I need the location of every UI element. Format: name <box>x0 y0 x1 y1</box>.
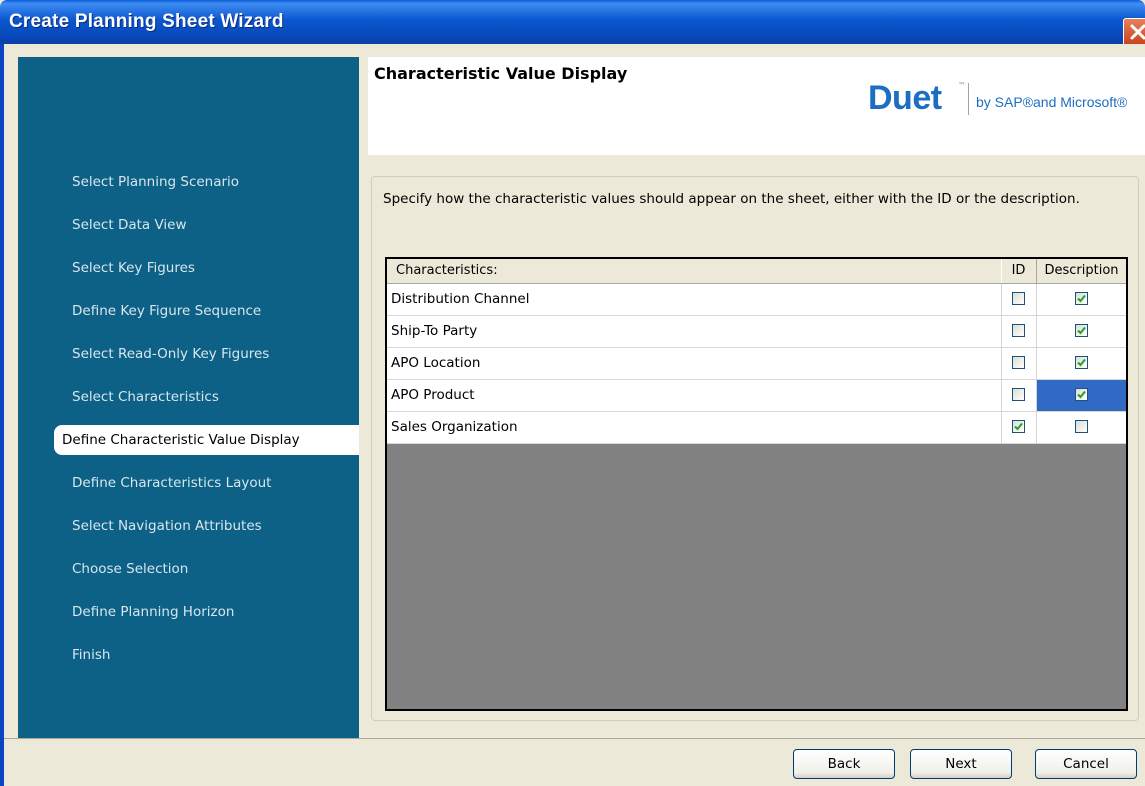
characteristic-label: APO Location <box>391 355 481 371</box>
grid-header: Characteristics: ID Description <box>387 259 1126 284</box>
logo-wordmark: Duet <box>868 79 942 117</box>
cancel-button[interactable]: Cancel <box>1035 749 1137 779</box>
description-cell <box>1036 348 1126 379</box>
back-button[interactable]: Back <box>793 749 895 779</box>
characteristic-label: Ship-To Party <box>391 323 478 339</box>
description-checkbox[interactable] <box>1075 292 1088 305</box>
sidebar-step-item[interactable]: Select Data View <box>54 210 359 240</box>
description-checkbox[interactable] <box>1075 324 1088 337</box>
window-border <box>0 44 4 786</box>
sidebar-step-item[interactable]: Select Read-Only Key Figures <box>54 339 359 369</box>
id-checkbox[interactable] <box>1012 388 1025 401</box>
column-header-characteristics[interactable]: Characteristics: <box>396 259 498 283</box>
sidebar-step-item[interactable]: Finish <box>54 640 359 670</box>
table-row[interactable]: Ship-To Party <box>387 316 1126 348</box>
instruction-text: Specify how the characteristic values sh… <box>383 191 1080 207</box>
next-button[interactable]: Next <box>910 749 1012 779</box>
id-checkbox[interactable] <box>1012 420 1025 433</box>
description-cell <box>1036 412 1126 443</box>
close-icon <box>1130 24 1145 40</box>
sidebar-step-item[interactable]: Select Characteristics <box>54 382 359 412</box>
description-cell <box>1036 284 1126 315</box>
id-checkbox[interactable] <box>1012 324 1025 337</box>
description-cell <box>1036 380 1126 411</box>
id-cell <box>1001 284 1036 315</box>
sidebar-step-item[interactable]: Choose Selection <box>54 554 359 584</box>
table-row[interactable]: APO Location <box>387 348 1126 380</box>
sidebar-step-item[interactable]: Select Navigation Attributes <box>54 511 359 541</box>
window-title: Create Planning Sheet Wizard <box>9 11 284 32</box>
logo-byline: by SAP®and Microsoft® <box>976 94 1128 110</box>
description-checkbox[interactable] <box>1075 356 1088 369</box>
logo-separator <box>968 83 969 115</box>
id-cell <box>1001 316 1036 347</box>
column-header-description[interactable]: Description <box>1036 259 1126 283</box>
column-header-id[interactable]: ID <box>1001 259 1035 283</box>
description-checkbox[interactable] <box>1075 420 1088 433</box>
table-row[interactable]: Sales Organization <box>387 412 1126 444</box>
id-checkbox[interactable] <box>1012 292 1025 305</box>
characteristic-label: Distribution Channel <box>391 291 530 307</box>
sidebar-step-item[interactable]: Select Planning Scenario <box>54 167 359 197</box>
sidebar-step-item[interactable]: Define Characteristics Layout <box>54 468 359 498</box>
sidebar-step-item[interactable]: Define Key Figure Sequence <box>54 296 359 326</box>
characteristics-grid: Characteristics: ID Description Distribu… <box>385 257 1128 711</box>
id-cell <box>1001 412 1036 443</box>
sidebar-step-item[interactable]: Define Characteristic Value Display <box>54 425 359 455</box>
table-row[interactable]: APO Product <box>387 380 1126 412</box>
page-title: Characteristic Value Display <box>374 64 628 83</box>
title-bar: Create Planning Sheet Wizard <box>0 0 1145 46</box>
characteristic-label: Sales Organization <box>391 419 518 435</box>
logo-trademark: ™ <box>958 81 966 90</box>
content-panel: Specify how the characteristic values sh… <box>371 176 1139 721</box>
sidebar-step-item[interactable]: Define Planning Horizon <box>54 597 359 627</box>
close-button[interactable] <box>1123 18 1145 46</box>
table-row[interactable]: Distribution Channel <box>387 284 1126 316</box>
id-checkbox[interactable] <box>1012 356 1025 369</box>
description-cell <box>1036 316 1126 347</box>
page-header: Characteristic Value Display Duet ™ by S… <box>368 57 1145 155</box>
id-cell <box>1001 348 1036 379</box>
description-checkbox[interactable] <box>1075 388 1088 401</box>
footer-divider <box>4 738 1145 739</box>
characteristic-label: APO Product <box>391 387 475 403</box>
sidebar-step-item[interactable]: Select Key Figures <box>54 253 359 283</box>
id-cell <box>1001 380 1036 411</box>
